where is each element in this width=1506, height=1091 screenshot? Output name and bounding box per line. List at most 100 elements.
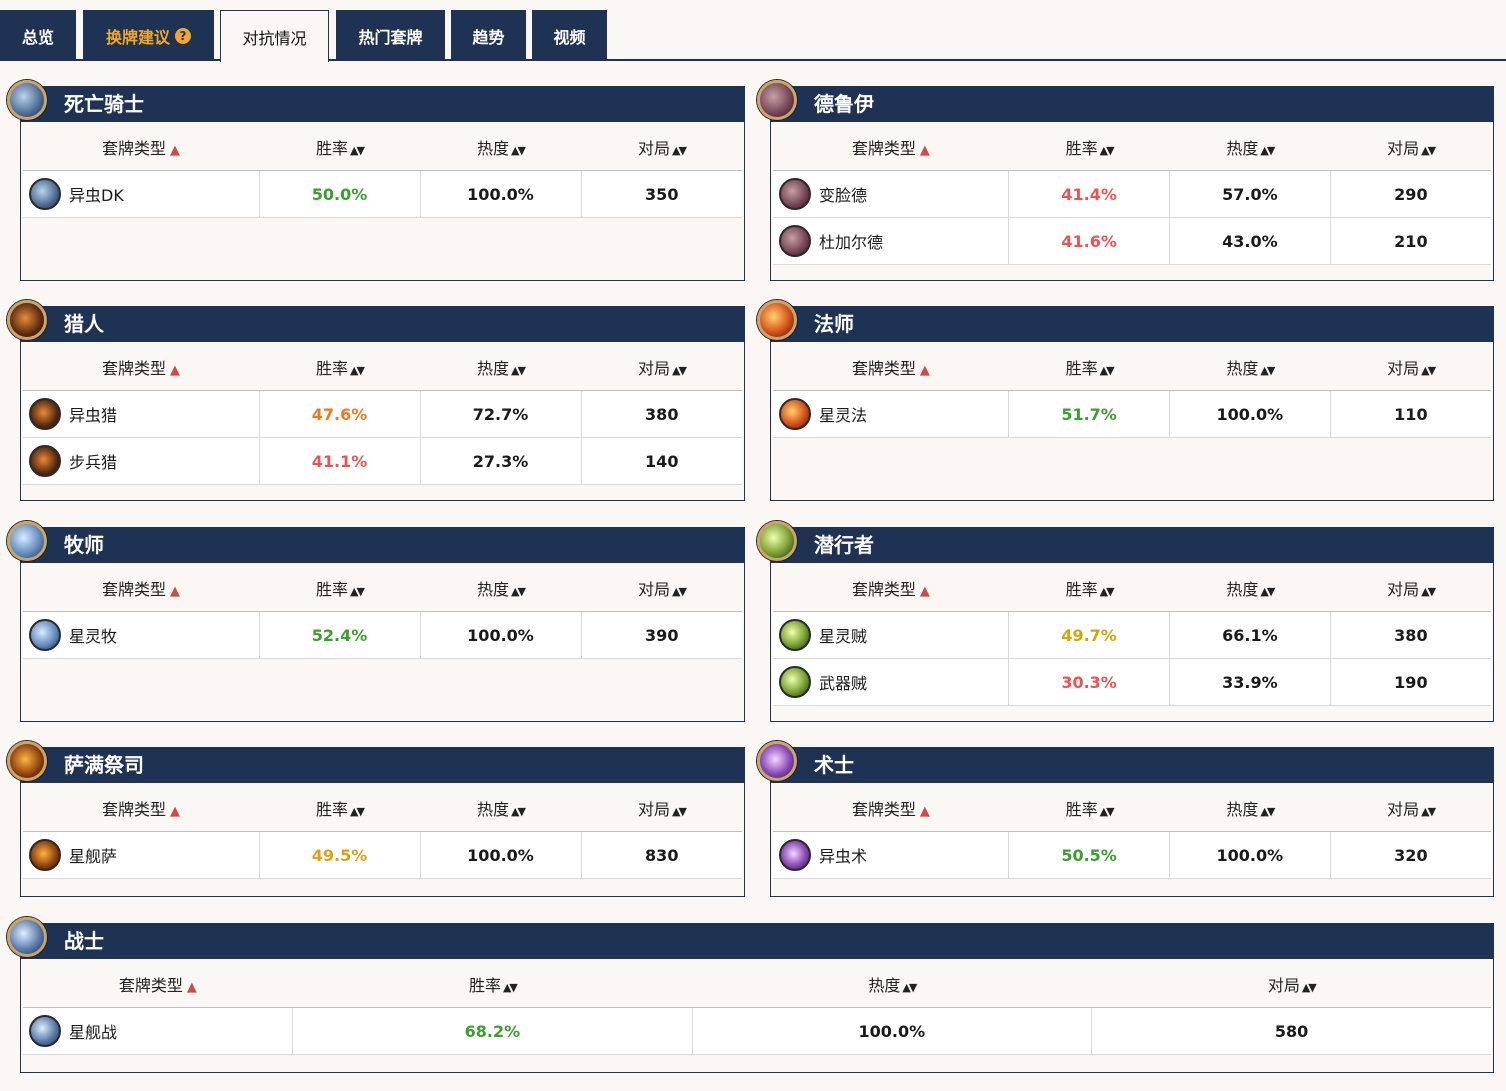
tab-popular-decks[interactable]: 热门套牌 xyxy=(336,10,445,61)
sort-winrate-header[interactable]: 胜率 ▲▼ xyxy=(1008,343,1170,391)
deck-name-cell[interactable]: 星舰萨 xyxy=(23,831,259,879)
games-cell: 210 xyxy=(1329,217,1491,265)
sort-deck-type-header[interactable]: 套牌类型 ▲ xyxy=(773,784,1009,832)
deck-name-cell[interactable]: 异虫猎 xyxy=(23,390,259,438)
column-label: 胜率 xyxy=(316,799,349,819)
column-label: 对局 xyxy=(638,358,671,378)
panel-header: 法师 xyxy=(757,300,1494,342)
class-panel: 牧师 套牌类型 ▲ 胜率 ▲▼ 热度 ▲▼ 对局 ▲▼ 星灵牧 52.4% 100.0% 390 xyxy=(7,521,745,722)
table-row[interactable]: 异虫猎 47.6% 72.7% 380 xyxy=(23,390,742,438)
class-panel: 战士套牌类型 ▲ 胜率 ▲▼ 热度 ▲▼ 对局 ▲▼ 星舰战 68.2% 100.0% 580 xyxy=(7,917,1494,1073)
sort-winrate-header[interactable]: 胜率 ▲▼ xyxy=(259,784,420,832)
class-title: 战士 xyxy=(64,929,104,953)
table-row[interactable]: 步兵猎 41.1% 27.3% 140 xyxy=(23,437,742,485)
table-row[interactable]: 星舰战 68.2% 100.0% 580 xyxy=(23,1007,1491,1055)
sort-toggle-icon: ▲▼ xyxy=(1421,584,1436,598)
deck-name-cell[interactable]: 星灵法 xyxy=(773,390,1009,438)
sort-winrate-header[interactable]: 胜率 ▲▼ xyxy=(1008,564,1170,612)
hunter-icon xyxy=(29,445,61,477)
popularity-cell: 100.0% xyxy=(419,170,581,218)
deck-name: 星舰战 xyxy=(69,1023,118,1042)
games-cell: 290 xyxy=(1329,170,1491,218)
sort-popularity-header[interactable]: 热度 ▲▼ xyxy=(420,784,581,832)
sort-winrate-header[interactable]: 胜率 ▲▼ xyxy=(259,564,420,612)
sort-toggle-icon: ▲▼ xyxy=(1421,363,1436,377)
sort-deck-type-header[interactable]: 套牌类型 ▲ xyxy=(23,784,259,832)
sort-games-header[interactable]: 对局 ▲▼ xyxy=(581,123,742,171)
sort-games-header[interactable]: 对局 ▲▼ xyxy=(581,343,742,391)
sort-deck-type-header[interactable]: 套牌类型 ▲ xyxy=(23,564,259,612)
column-label: 套牌类型 xyxy=(851,579,916,599)
tab-trends[interactable]: 趋势 xyxy=(451,10,526,61)
sort-games-header[interactable]: 对局 ▲▼ xyxy=(1330,784,1491,832)
deck-name: 星灵法 xyxy=(819,406,868,425)
sort-deck-type-header[interactable]: 套牌类型 ▲ xyxy=(23,123,259,171)
sort-winrate-header[interactable]: 胜率 ▲▼ xyxy=(1008,784,1170,832)
table-row[interactable]: 杜加尔德 41.6% 43.0% 210 xyxy=(773,217,1491,265)
tab-videos[interactable]: 视频 xyxy=(532,10,607,61)
sort-games-header[interactable]: 对局 ▲▼ xyxy=(1330,343,1491,391)
games-cell: 380 xyxy=(580,390,742,438)
sort-popularity-header[interactable]: 热度 ▲▼ xyxy=(692,960,1092,1008)
death-knight-icon xyxy=(29,178,61,210)
sort-popularity-header[interactable]: 热度 ▲▼ xyxy=(1169,123,1331,171)
deck-name-cell[interactable]: 异虫术 xyxy=(773,831,1009,879)
deck-name-cell[interactable]: 星灵牧 xyxy=(23,611,259,659)
sort-winrate-header[interactable]: 胜率 ▲▼ xyxy=(1008,123,1170,171)
tab-mulligan-guide[interactable]: 换牌建议? xyxy=(83,10,214,61)
sort-popularity-header[interactable]: 热度 ▲▼ xyxy=(420,564,581,612)
deck-name-cell[interactable]: 杜加尔德 xyxy=(773,217,1009,265)
panel-header: 死亡骑士 xyxy=(7,80,745,122)
table-row[interactable]: 异虫DK 50.0% 100.0% 350 xyxy=(23,170,742,218)
sort-winrate-header[interactable]: 胜率 ▲▼ xyxy=(292,960,693,1008)
class-panel: 萨满祭司 套牌类型 ▲ 胜率 ▲▼ 热度 ▲▼ 对局 ▲▼ 星舰萨 49.5% 100.0% 830 xyxy=(7,741,745,897)
column-label: 热度 xyxy=(477,579,510,599)
column-label: 胜率 xyxy=(316,579,349,599)
deck-name-cell[interactable]: 武器贼 xyxy=(773,658,1009,706)
deck-name-cell[interactable]: 星舰战 xyxy=(23,1007,293,1055)
deck-name-cell[interactable]: 异虫DK xyxy=(23,170,259,218)
sort-deck-type-header[interactable]: 套牌类型 ▲ xyxy=(23,343,259,391)
sort-deck-type-header[interactable]: 套牌类型 ▲ xyxy=(773,343,1009,391)
table-row[interactable]: 星灵贼 49.7% 66.1% 380 xyxy=(773,611,1491,659)
column-label: 热度 xyxy=(477,799,510,819)
popularity-cell: 57.0% xyxy=(1168,170,1331,218)
sort-winrate-header[interactable]: 胜率 ▲▼ xyxy=(259,123,420,171)
sort-popularity-header[interactable]: 热度 ▲▼ xyxy=(1169,564,1331,612)
help-icon[interactable]: ? xyxy=(175,27,191,44)
sort-games-header[interactable]: 对局 ▲▼ xyxy=(581,564,742,612)
table-row[interactable]: 武器贼 30.3% 33.9% 190 xyxy=(773,658,1491,706)
sort-popularity-header[interactable]: 热度 ▲▼ xyxy=(420,123,581,171)
deck-name-cell[interactable]: 步兵猎 xyxy=(23,437,259,485)
table-row[interactable]: 星灵法 51.7% 100.0% 110 xyxy=(773,390,1491,438)
sort-winrate-header[interactable]: 胜率 ▲▼ xyxy=(259,343,420,391)
table-row[interactable]: 变脸德 41.4% 57.0% 290 xyxy=(773,170,1491,218)
sort-popularity-header[interactable]: 热度 ▲▼ xyxy=(1169,784,1331,832)
deck-name-cell[interactable]: 变脸德 xyxy=(773,170,1009,218)
sort-popularity-header[interactable]: 热度 ▲▼ xyxy=(1169,343,1331,391)
sort-popularity-header[interactable]: 热度 ▲▼ xyxy=(420,343,581,391)
deck-table: 套牌类型 ▲ 胜率 ▲▼ 热度 ▲▼ 对局 ▲▼ 星灵法 51.7% 100.0% 110 xyxy=(773,343,1491,438)
column-label: 对局 xyxy=(1387,579,1420,599)
sort-deck-type-header[interactable]: 套牌类型 ▲ xyxy=(23,960,293,1008)
sort-deck-type-header[interactable]: 套牌类型 ▲ xyxy=(773,123,1009,171)
tab-overview[interactable]: 总览 xyxy=(0,10,76,61)
table-row[interactable]: 异虫术 50.5% 100.0% 320 xyxy=(773,831,1491,879)
sort-games-header[interactable]: 对局 ▲▼ xyxy=(1330,564,1491,612)
table-row[interactable]: 星灵牧 52.4% 100.0% 390 xyxy=(23,611,742,659)
popularity-cell: 100.0% xyxy=(1168,390,1331,438)
table-row[interactable]: 星舰萨 49.5% 100.0% 830 xyxy=(23,831,742,879)
sort-games-header[interactable]: 对局 ▲▼ xyxy=(581,784,742,832)
sort-ascending-icon: ▲ xyxy=(919,362,930,378)
column-label: 对局 xyxy=(638,799,671,819)
sort-deck-type-header[interactable]: 套牌类型 ▲ xyxy=(773,564,1009,612)
deck-name-cell[interactable]: 星灵贼 xyxy=(773,611,1009,659)
games-cell: 110 xyxy=(1329,390,1491,438)
tab-matchups[interactable]: 对抗情况 xyxy=(220,10,329,62)
sort-games-header[interactable]: 对局 ▲▼ xyxy=(1091,960,1491,1008)
sort-games-header[interactable]: 对局 ▲▼ xyxy=(1330,123,1491,171)
sort-toggle-icon: ▲▼ xyxy=(350,584,365,598)
sort-ascending-icon: ▲ xyxy=(170,583,180,599)
sort-toggle-icon: ▲▼ xyxy=(350,143,365,157)
column-label: 热度 xyxy=(477,358,510,378)
